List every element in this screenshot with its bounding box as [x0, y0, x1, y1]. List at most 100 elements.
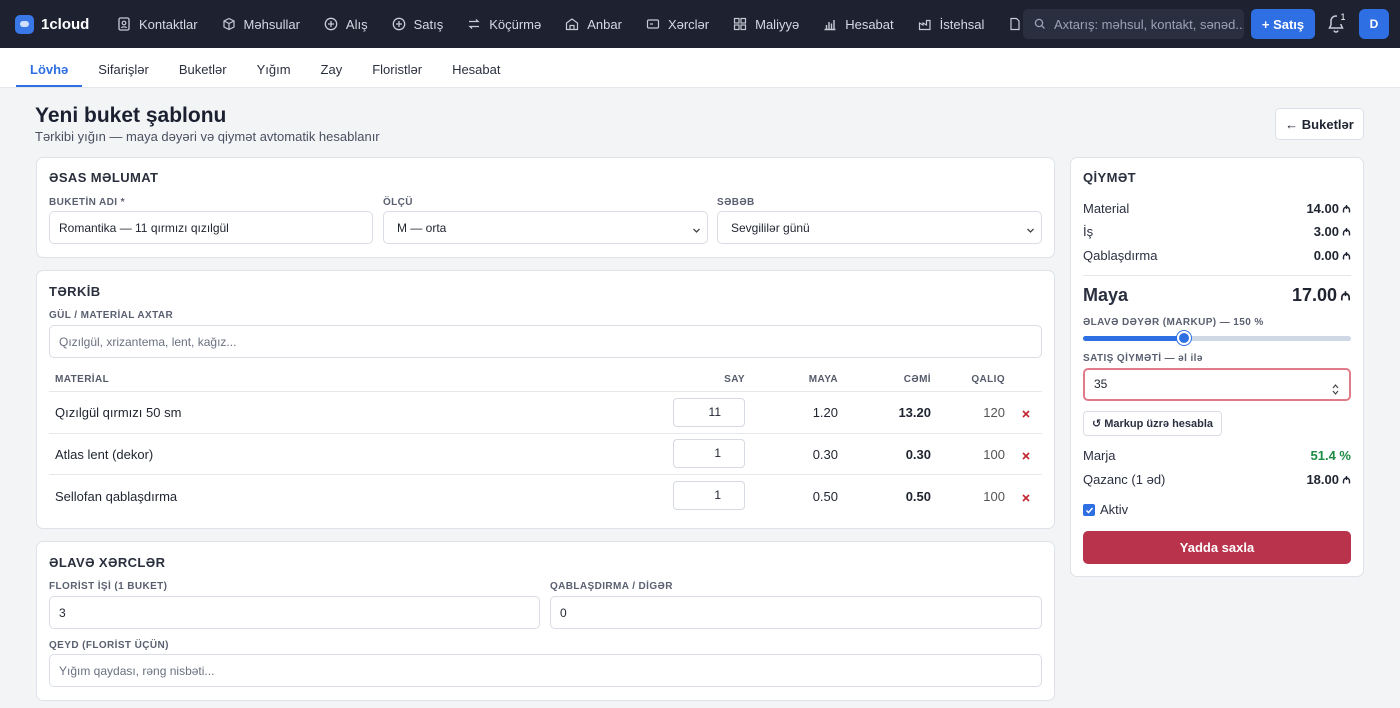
user-avatar[interactable]: D — [1359, 9, 1389, 39]
currency-icon — [1342, 472, 1351, 484]
currency-icon — [1342, 224, 1351, 236]
nav-label: Satış — [413, 16, 444, 32]
labor-cost-label: İş — [1083, 224, 1094, 239]
remove-row-icon[interactable] — [1022, 491, 1032, 502]
col-cost: MAYA — [808, 374, 838, 385]
markup-slider-thumb[interactable] — [1176, 331, 1191, 345]
nav-label: Hesabat — [845, 16, 894, 32]
packaging-other-input[interactable]: 0 — [550, 596, 1042, 629]
nav-item-warehouse[interactable]: Anbar — [553, 0, 634, 48]
row-cost: 0.50 — [812, 489, 838, 504]
nav-item-contacts[interactable]: Kontaktlar — [105, 0, 210, 48]
warehouse-icon — [565, 17, 579, 31]
currency-icon — [1342, 201, 1351, 213]
florist-work-input[interactable]: 3 — [49, 596, 540, 629]
row-cost: 1.20 — [812, 405, 838, 420]
labor-cost-amount: 3.00 — [1313, 224, 1339, 239]
total-cost-label: Maya — [1083, 285, 1129, 305]
brand-name: 1cloud — [41, 15, 90, 33]
tab-report[interactable]: Hesabat — [438, 52, 514, 87]
nav-item-sales[interactable]: Satış — [380, 0, 456, 48]
back-to-bouquets-button[interactable]: ← Buketlər — [1275, 108, 1364, 140]
markup-label: ƏLAVƏ DƏYƏR (MARKUP) — 150 % — [1083, 317, 1264, 328]
nav-item-expenses[interactable]: Xərclər — [634, 0, 721, 48]
top-navbar: 1cloud Kontaktlar Məhsullar Alış Satış K… — [0, 0, 1400, 48]
profit-label: Qazanc (1 əd) — [1083, 472, 1166, 487]
nav-item-finance[interactable]: Maliyyə — [721, 0, 811, 48]
size-select[interactable]: M — orta — [383, 211, 708, 244]
reason-label: SƏBƏB — [717, 197, 755, 208]
bouquet-name-label: BUKETİN ADI * — [49, 197, 125, 208]
active-checkbox[interactable] — [1083, 504, 1095, 516]
packaging-cost-amount: 0.00 — [1313, 248, 1339, 263]
material-cost-value: 14.00 — [1251, 201, 1351, 216]
document-icon — [1008, 17, 1021, 31]
sale-price-value: 35 — [1094, 377, 1108, 391]
chevron-down-icon — [692, 224, 701, 233]
tab-bouquets[interactable]: Buketlər — [165, 52, 241, 87]
search-input[interactable] — [1054, 16, 1244, 32]
packaging-other-label: QABLAŞDIRMA / DİGƏR — [550, 581, 673, 592]
sale-price-input[interactable]: 35 — [1083, 368, 1351, 401]
margin-value: 51.4 % — [1310, 448, 1351, 463]
row-divider — [49, 474, 1042, 475]
size-label: ÖLÇÜ — [383, 197, 413, 208]
brand[interactable]: 1cloud — [15, 14, 105, 34]
tab-assembly[interactable]: Yığım — [243, 52, 305, 87]
calculate-by-markup-button[interactable]: ↺ Markup üzrə hesabla — [1083, 411, 1222, 436]
grid-icon — [733, 17, 747, 31]
nav-label: Alış — [345, 16, 368, 32]
nav-item-more[interactable] — [996, 0, 1021, 48]
nav-item-production[interactable]: İstehsal — [906, 0, 997, 48]
currency-icon — [1342, 248, 1351, 260]
spinner-icon[interactable] — [1332, 378, 1339, 395]
nav-item-reports[interactable]: Hesabat — [811, 0, 905, 48]
total-cost-value: 17.00 — [1221, 285, 1351, 306]
nav-item-purchase[interactable]: Alış — [312, 0, 380, 48]
nav-item-products[interactable]: Məhsullar — [210, 0, 312, 48]
row-stock: 100 — [983, 489, 1005, 504]
notification-badge: 1 — [1337, 10, 1349, 24]
nav-item-transfer[interactable]: Köçürmə — [455, 0, 553, 48]
markup-slider[interactable] — [1083, 331, 1351, 345]
row-stock: 120 — [983, 405, 1005, 420]
qty-input[interactable]: 1 — [673, 481, 745, 510]
labor-cost-value: 3.00 — [1251, 224, 1351, 239]
margin-label: Marja — [1083, 448, 1116, 463]
plus-circle-icon — [324, 17, 338, 31]
row-material: Sellofan qablaşdırma — [55, 489, 178, 504]
florist-work-label: FLORİST İŞİ (1 BUKET) — [49, 581, 168, 592]
material-search-input[interactable]: Qızılgül, xrizantema, lent, kağız... — [49, 325, 1042, 358]
cloud-logo-icon — [15, 14, 34, 34]
florist-note-input[interactable]: Yığım qaydası, rəng nisbəti... — [49, 654, 1042, 687]
global-search[interactable] — [1023, 9, 1244, 39]
chevron-down-icon — [1026, 224, 1035, 233]
qty-input[interactable]: 11 — [673, 398, 745, 427]
tab-defects[interactable]: Zay — [307, 52, 357, 87]
tab-dashboard[interactable]: Lövhə — [16, 52, 83, 87]
tab-florists[interactable]: Floristlər — [358, 52, 436, 87]
row-stock: 100 — [983, 447, 1005, 462]
nav-label: Məhsullar — [243, 16, 300, 32]
composition-title: TƏRKİB — [49, 284, 101, 299]
packaging-cost-label: Qablaşdırma — [1083, 248, 1158, 263]
reason-select-value: Sevgililər günü — [731, 220, 810, 235]
material-cost-amount: 14.00 — [1306, 201, 1339, 216]
remove-row-icon[interactable] — [1022, 449, 1032, 460]
row-total: 0.50 — [905, 489, 931, 504]
remove-row-icon[interactable] — [1022, 407, 1032, 418]
sale-price-label: SATIŞ QİYMƏTİ — əl ilə — [1083, 353, 1203, 364]
row-divider — [49, 433, 1042, 434]
material-search-label: GÜL / MATERİAL AXTAR — [49, 310, 174, 321]
transfer-icon — [467, 17, 481, 31]
tab-orders[interactable]: Sifarişlər — [84, 52, 163, 87]
new-sale-button[interactable]: + Satış — [1251, 9, 1315, 39]
nav-label: Anbar — [587, 16, 622, 32]
nav-label: İstehsal — [939, 16, 985, 32]
nav-label: Xərclər — [667, 16, 710, 32]
save-button[interactable]: Yadda saxla — [1083, 531, 1351, 564]
qty-input[interactable]: 1 — [673, 439, 745, 468]
reason-select[interactable]: Sevgililər günü — [717, 211, 1042, 244]
bouquet-name-input[interactable]: Romantika — 11 qırmızı qızılgül — [49, 211, 373, 244]
profit-amount: 18.00 — [1306, 472, 1339, 487]
